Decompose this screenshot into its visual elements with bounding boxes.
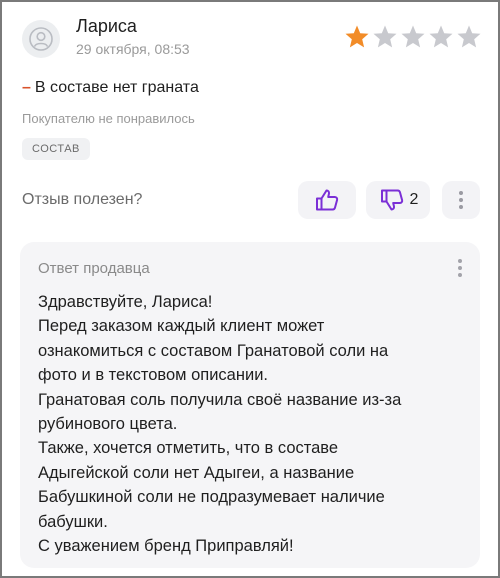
review-header: Лариса 29 октября, 08:53 xyxy=(22,16,482,60)
review-date: 29 октября, 08:53 xyxy=(76,41,190,57)
review-text-content: В составе нет граната xyxy=(34,79,199,96)
answer-line: Адыгейской соли нет Адыгеи, а название xyxy=(38,463,355,482)
answer-line: рубинового цвета. xyxy=(38,415,178,434)
answer-line: Гранатовая соль получила своё название и… xyxy=(38,390,402,409)
answer-line: бабушки. xyxy=(38,512,108,531)
star-filled-icon xyxy=(345,25,369,48)
answer-line: С уважением бренд Приправляй! xyxy=(38,537,294,556)
helpful-label: Отзыв полезен? xyxy=(22,191,143,208)
answer-line: Перед заказом каждый клиент может xyxy=(38,317,325,336)
review-text: – В составе нет граната xyxy=(22,79,199,97)
user-icon xyxy=(29,27,53,51)
thumbs-down-icon xyxy=(380,189,403,211)
rating-stars xyxy=(344,24,482,50)
dislike-count: 2 xyxy=(409,191,419,208)
author-name: Лариса xyxy=(76,16,137,36)
answer-line: Здравствуйте, Лариса! xyxy=(38,293,213,311)
thumbs-up-icon xyxy=(316,189,339,211)
star-empty-icon xyxy=(429,25,453,48)
star-empty-icon xyxy=(401,25,425,48)
star-empty-icon xyxy=(457,25,481,48)
like-button[interactable] xyxy=(298,181,356,219)
minus-marker: – xyxy=(22,79,31,96)
review-more-button[interactable] xyxy=(442,181,480,219)
buyer-verdict: Покупателю не понравилось xyxy=(22,111,195,126)
star-empty-icon xyxy=(373,25,397,48)
answer-line: фото и в текстовом описании. xyxy=(38,366,268,385)
seller-answer-title: Ответ продавца xyxy=(38,260,150,277)
review-card: Лариса 29 октября, 08:53 – В составе нет … xyxy=(0,0,500,578)
seller-answer-body: Здравствуйте, Лариса! Перед заказом кажд… xyxy=(38,290,468,558)
more-vertical-icon xyxy=(458,259,462,277)
more-vertical-icon xyxy=(459,191,463,209)
review-tag[interactable]: СОСТАВ xyxy=(22,138,90,160)
seller-answer: Ответ продавца Здравствуйте, Лариса! Пер… xyxy=(20,242,480,568)
answer-line: Бабушкиной соли не подразумевает наличие xyxy=(38,488,385,507)
answer-line: ознакомиться с составом Гранатовой соли … xyxy=(38,341,389,360)
dislike-button[interactable]: 2 xyxy=(366,181,430,219)
avatar xyxy=(22,20,60,58)
seller-answer-more-button[interactable] xyxy=(450,256,470,280)
answer-line: Также, хочется отметить, что в составе xyxy=(38,439,339,458)
